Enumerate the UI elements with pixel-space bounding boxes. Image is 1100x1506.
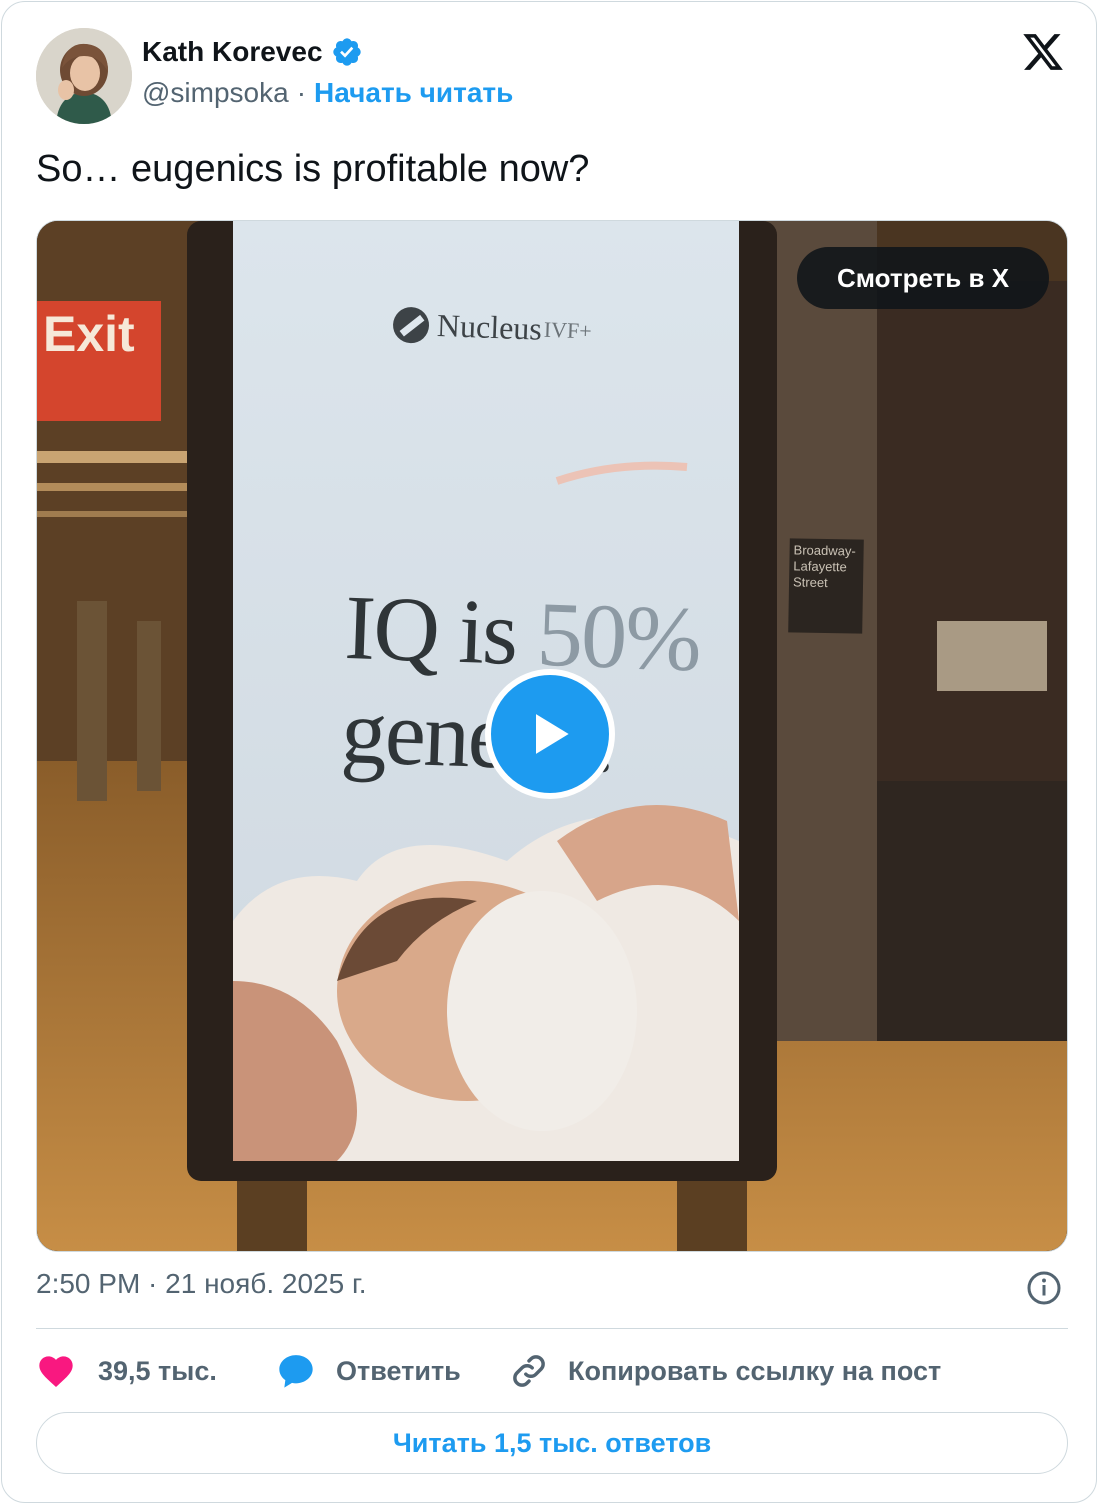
exit-sign: Exit: [37, 301, 161, 421]
info-icon[interactable]: [1026, 1270, 1062, 1306]
tweet-text: So… eugenics is profitable now?: [36, 148, 590, 190]
ad-brand-suffix: IVF+: [543, 316, 593, 343]
avatar[interactable]: [36, 28, 132, 124]
ad-brand-logo: Nucleus IVF+: [392, 306, 592, 350]
copy-link-label: Копировать ссылку на пост: [568, 1355, 942, 1386]
read-replies-button[interactable]: Читать 1,5 тыс. ответов: [36, 1412, 1068, 1474]
reply-bubble-icon: [279, 1355, 313, 1388]
divider: [36, 1328, 1068, 1329]
action-bar: 39,5 тыс. Ответить Копировать ссылку на …: [36, 1346, 941, 1396]
tweet-timestamp[interactable]: 2:50 PM · 21 нояб. 2025 г.: [36, 1268, 367, 1300]
link-icon: [513, 1355, 545, 1387]
nucleus-logo-icon: [392, 306, 430, 344]
heart-icon: [39, 1356, 73, 1387]
author-handle[interactable]: @simpsoka: [142, 77, 289, 109]
verified-badge-icon: [332, 38, 361, 66]
video-media[interactable]: Exit Broadway-Lafayette Street Nucleus I…: [36, 220, 1068, 1252]
tweet-embed-card: Kath Korevec @simpsoka · Начать читать S…: [1, 1, 1097, 1503]
author-name[interactable]: Kath Korevec: [142, 36, 323, 68]
like-count: 39,5 тыс.: [98, 1355, 217, 1386]
station-sign: Broadway-Lafayette Street: [788, 538, 864, 634]
author-handle-row: @simpsoka · Начать читать: [142, 77, 513, 109]
ad-brand-name: Nucleus: [436, 307, 543, 347]
follow-button[interactable]: Начать читать: [314, 77, 513, 109]
play-icon: [536, 714, 569, 754]
separator-dot: ·: [296, 77, 307, 108]
play-button[interactable]: [485, 669, 615, 799]
author-name-row[interactable]: Kath Korevec: [142, 36, 363, 68]
copy-link-button[interactable]: Копировать ссылку на пост: [510, 1352, 941, 1390]
x-logo-icon[interactable]: [1020, 30, 1066, 74]
watch-on-x-button[interactable]: Смотреть в X: [797, 247, 1049, 309]
reply-button[interactable]: Ответить: [276, 1351, 510, 1391]
like-button[interactable]: 39,5 тыс.: [36, 1351, 276, 1391]
reply-label: Ответить: [336, 1355, 461, 1386]
